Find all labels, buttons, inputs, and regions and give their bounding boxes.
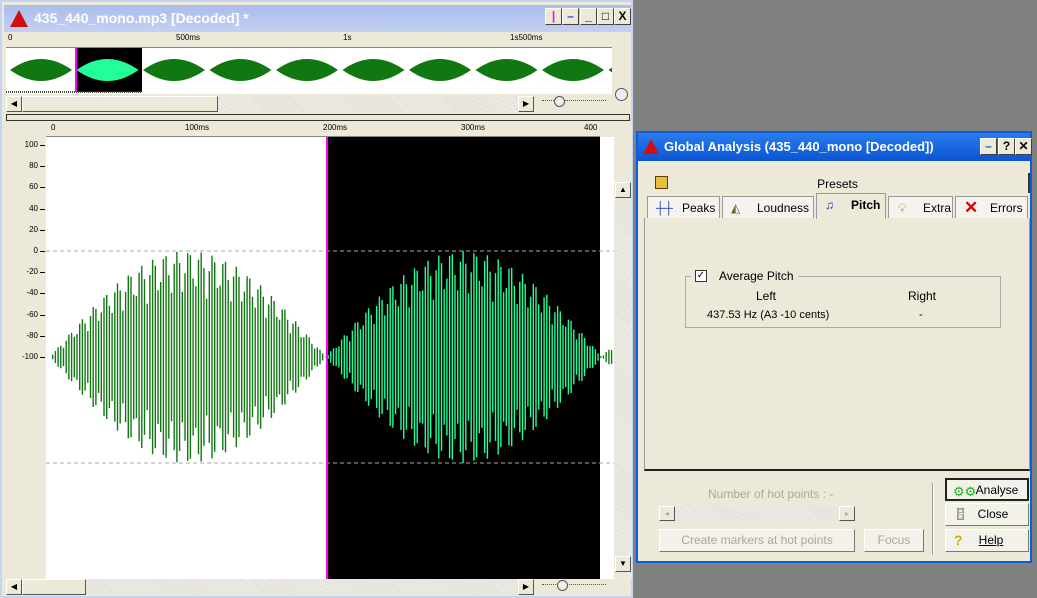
error-x-icon: ✕ — [964, 198, 979, 217]
average-pitch-label: Average Pitch — [719, 269, 794, 283]
tab-panel — [644, 218, 1030, 471]
y-tick-label: 100 — [24, 140, 38, 149]
minimize-button[interactable]: _ — [580, 8, 597, 25]
scroll-down-arrow[interactable]: ▼ — [615, 556, 631, 572]
right-column-header: Right — [908, 289, 937, 303]
overview-lobe — [409, 59, 471, 81]
scroll-left-arrow[interactable]: ◂ — [659, 506, 675, 521]
overview-vertical-zoom[interactable] — [613, 34, 631, 112]
y-tick-label: 0 — [33, 246, 38, 255]
editor-window: 435_440_mono.mp3 [Decoded] * | – _ □ X 0… — [0, 0, 633, 598]
editor-title: 435_440_mono.mp3 [Decoded] * — [34, 10, 249, 26]
overview-ruler[interactable]: 0 500ms 1s 1s500ms — [6, 32, 612, 48]
close-dialog-button[interactable]: 🚪︎ Close — [945, 503, 1029, 526]
main-waveform[interactable] — [46, 137, 614, 579]
zoom-slider[interactable] — [542, 580, 606, 594]
lightbulb-icon: 💡︎ — [898, 201, 907, 215]
overview-lobe — [143, 59, 205, 81]
gears-icon: ⚙⚙ — [953, 484, 977, 499]
editor-title-bar[interactable]: 435_440_mono.mp3 [Decoded] * — [4, 5, 631, 32]
loudness-icon: ◭ — [731, 201, 741, 215]
tab-pitch[interactable]: ♫ Pitch — [816, 193, 886, 219]
collapse-button[interactable]: – — [562, 8, 579, 25]
presets-icon — [655, 176, 668, 189]
scroll-thumb[interactable] — [22, 96, 218, 112]
tab-extra[interactable]: 💡︎ Extra — [888, 196, 953, 218]
peaks-icon: ┼┼ — [656, 201, 674, 215]
scroll-right-arrow[interactable]: ▶ — [518, 579, 534, 595]
tab-presets[interactable]: Presets — [647, 173, 1030, 193]
scroll-up-arrow[interactable]: ▲ — [615, 182, 631, 198]
tab-loudness[interactable]: ◭ Loudness — [722, 196, 814, 218]
y-tick-label: -80 — [26, 330, 38, 340]
overview-waveform[interactable] — [6, 48, 612, 94]
left-column-header: Left — [756, 289, 777, 303]
left-pitch-value: 437.53 Hz (A3 -10 cents) — [707, 309, 830, 321]
question-icon: ? — [954, 532, 963, 548]
average-pitch-group: ✓ Average Pitch Left Right 437.53 Hz (A3… — [685, 269, 1001, 328]
scroll-thumb[interactable] — [22, 579, 86, 595]
dialog-help-button[interactable]: ? — [998, 138, 1015, 155]
time-tick-label: 0 — [51, 123, 56, 132]
tab-errors[interactable]: ✕ Errors — [955, 196, 1028, 218]
divider — [932, 483, 934, 555]
overview-zoom-slider[interactable] — [542, 96, 606, 110]
hot-points-scrollbar[interactable]: ◂ ▸ — [659, 506, 855, 521]
y-tick-label: -20 — [26, 267, 38, 277]
horizontal-scrollbar[interactable]: ◀ ▶ — [6, 579, 534, 595]
dialog-title: Global Analysis (435_440_mono [Decoded]) — [664, 139, 934, 154]
close-button[interactable]: X — [614, 8, 631, 25]
y-tick-label: 20 — [29, 224, 38, 234]
overview-tick-label: 1s — [343, 33, 352, 42]
y-tick-label: 40 — [29, 203, 38, 213]
dialog-title-bar[interactable]: Global Analysis (435_440_mono [Decoded]) — [638, 133, 1030, 161]
focus-button[interactable]: Focus — [864, 529, 924, 552]
y-axis: 100 80 60 40 20 0 -20 -40 -60 -80 -100 — [2, 137, 46, 579]
overview-tick-label: 0 — [8, 33, 13, 42]
music-note-icon: ♫ — [825, 198, 834, 212]
y-tick-label: -100 — [21, 352, 38, 361]
scroll-left-arrow[interactable]: ◀ — [6, 96, 22, 112]
overview-lobe — [209, 59, 272, 81]
pane-splitter[interactable] — [6, 114, 630, 121]
y-tick-label: -60 — [26, 309, 38, 319]
exit-door-icon: 🚪︎ — [953, 507, 969, 521]
dialog-minimize-button[interactable]: – — [980, 138, 997, 155]
time-tick-label: 300ms — [461, 123, 486, 132]
app-logo-icon — [643, 139, 659, 154]
y-tick-label: 60 — [29, 182, 38, 192]
y-tick-label: -40 — [26, 288, 38, 298]
dialog-close-button[interactable]: ✕ — [1015, 138, 1032, 155]
overview-lobe — [276, 59, 338, 81]
vertical-scrollbar[interactable]: ▲ ▼ — [614, 122, 632, 579]
overview-lobe — [608, 67, 612, 73]
tab-peaks[interactable]: ┼┼ Peaks — [647, 196, 720, 218]
time-tick-label: 100ms — [185, 123, 210, 132]
y-tick-label: 80 — [29, 161, 38, 171]
overview-lobe — [475, 59, 538, 81]
overview-tick-label: 1s500ms — [510, 33, 543, 42]
time-tick-label: 400 — [584, 123, 598, 132]
scroll-left-arrow[interactable]: ◀ — [6, 579, 22, 595]
overview-tick-label: 500ms — [176, 33, 201, 42]
main-ruler[interactable]: 0 100ms 200ms 300ms 400 — [46, 122, 600, 137]
overview-lobe — [10, 59, 72, 81]
marker-button[interactable]: | — [545, 8, 562, 25]
app-logo-icon — [10, 10, 28, 27]
average-pitch-checkbox[interactable]: ✓ — [695, 270, 707, 282]
overview-scrollbar[interactable]: ◀ ▶ — [6, 96, 534, 112]
create-markers-button[interactable]: Create markers at hot points — [659, 529, 855, 552]
help-button[interactable]: ? Help — [945, 529, 1029, 552]
right-pitch-value: - — [919, 309, 923, 321]
maximize-button[interactable]: □ — [597, 8, 614, 25]
global-analysis-dialog: Global Analysis (435_440_mono [Decoded])… — [636, 131, 1032, 563]
scroll-right-arrow[interactable]: ▶ — [518, 96, 534, 112]
overview-lobe — [342, 59, 405, 81]
scroll-right-arrow[interactable]: ▸ — [839, 506, 855, 521]
hot-points-label: Number of hot points : - — [708, 487, 834, 501]
analyse-button[interactable]: ⚙⚙ Analyse — [945, 478, 1029, 501]
overview-lobe — [542, 59, 604, 81]
time-tick-label: 200ms — [323, 123, 348, 132]
zoom-slider-handle[interactable] — [615, 88, 628, 101]
